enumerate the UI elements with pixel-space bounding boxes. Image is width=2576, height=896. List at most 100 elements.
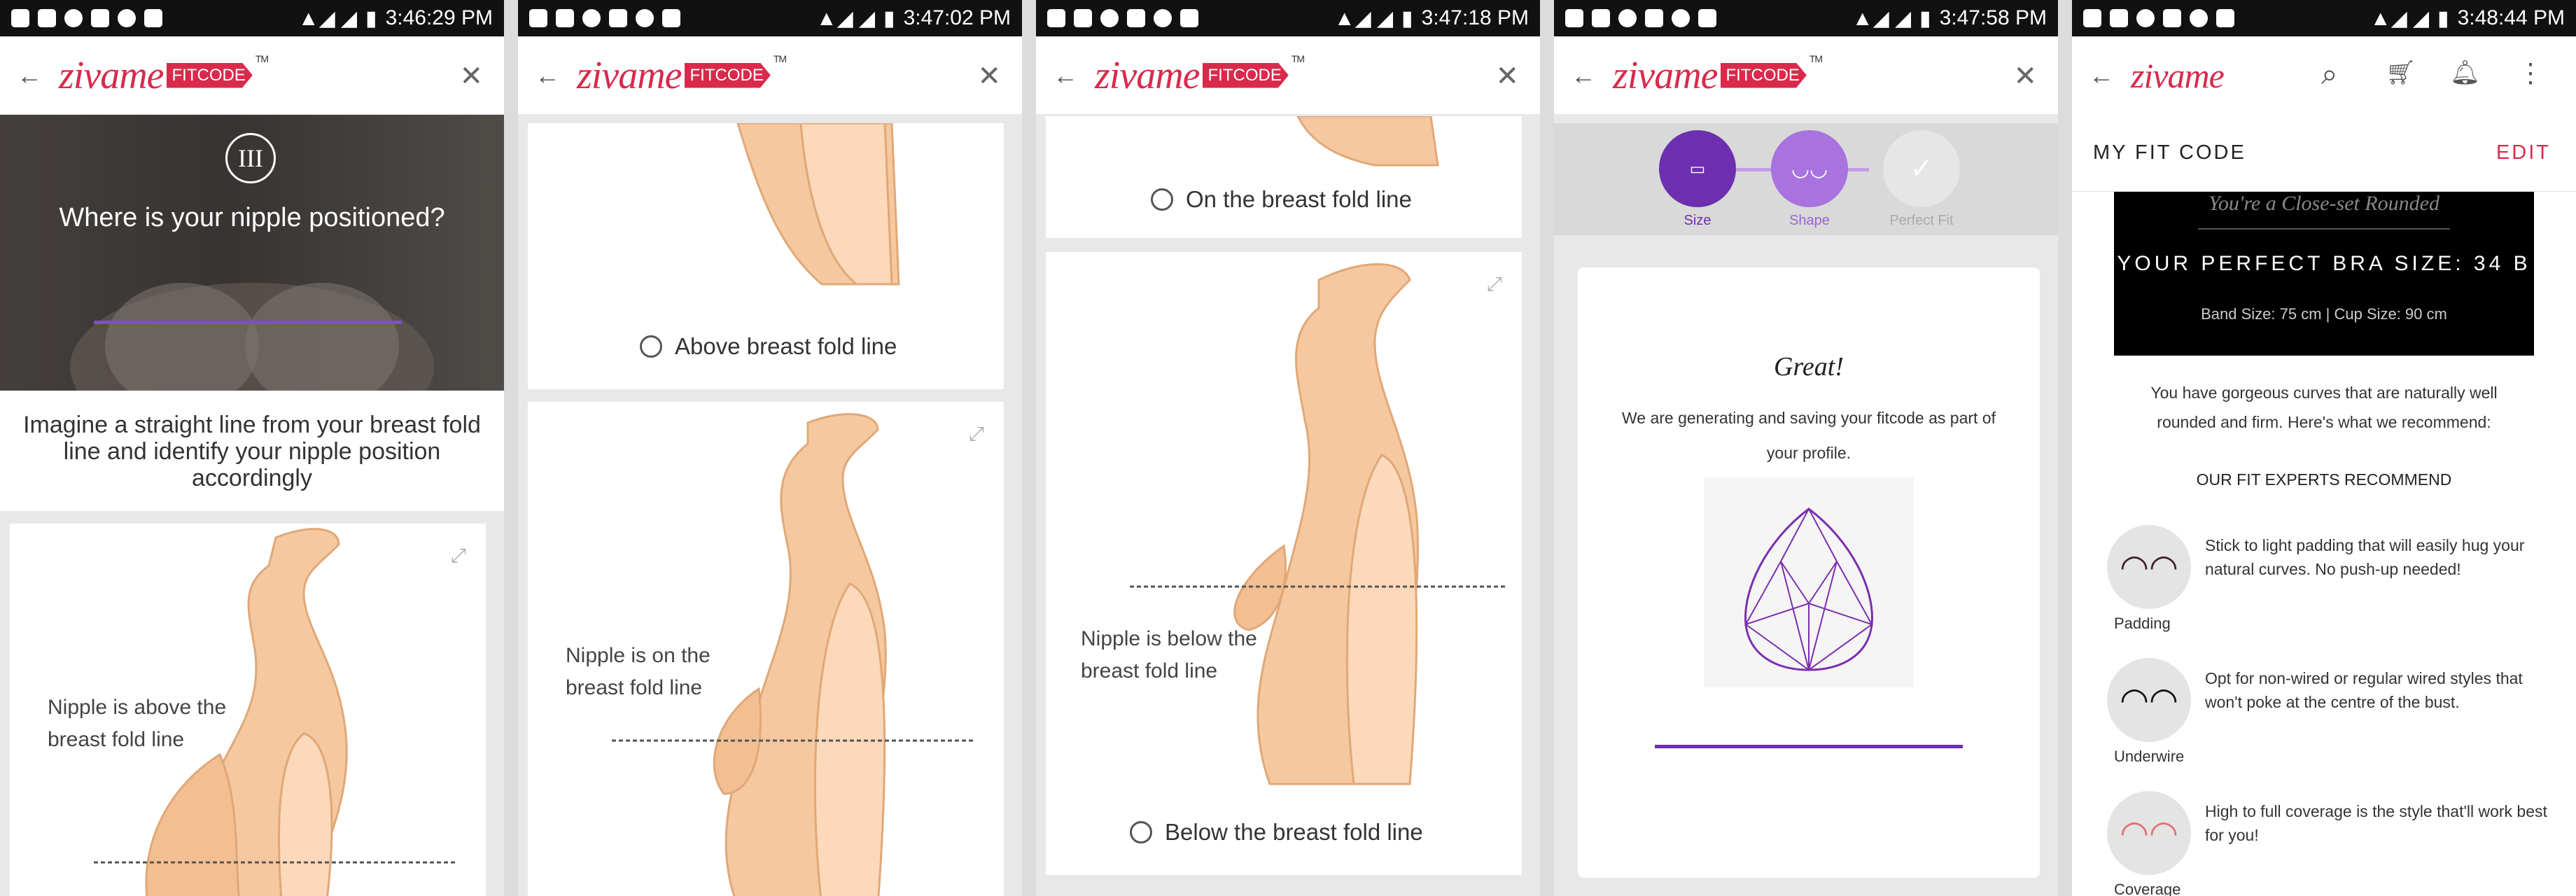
step-label-shape: Shape bbox=[1789, 213, 1830, 228]
cart-icon[interactable]: 🛒︎ bbox=[2386, 59, 2416, 87]
whatsapp-icon bbox=[1100, 9, 1119, 27]
signal-icon: ▲◢ ◢ bbox=[298, 6, 358, 30]
radio-button[interactable] bbox=[1151, 188, 1173, 211]
recommendation-label: Padding bbox=[2114, 615, 2171, 632]
app-icon bbox=[1180, 9, 1198, 27]
diagram-label: Nipple is on the breast fold line bbox=[566, 644, 710, 699]
image-icon bbox=[38, 9, 56, 27]
recommendation-text: Opt for non-wired or regular wired style… bbox=[2205, 669, 2523, 711]
search-icon[interactable]: ⌕ bbox=[2321, 57, 2338, 92]
image-icon bbox=[1074, 9, 1092, 27]
great-title: Great! bbox=[1774, 352, 1844, 382]
status-time: 3:48:44 PM bbox=[2457, 6, 2565, 29]
app-bar: ← zivame FITCODE TM ✕ bbox=[0, 36, 504, 115]
question-progress-bar bbox=[94, 321, 402, 324]
radio-button[interactable] bbox=[1130, 821, 1152, 844]
signal-icon: ▲◢ ◢ bbox=[2370, 6, 2430, 30]
back-arrow-icon[interactable]: ← bbox=[2089, 61, 2131, 90]
image-icon bbox=[2110, 9, 2128, 27]
camera-icon bbox=[609, 9, 627, 27]
close-icon[interactable]: ✕ bbox=[2013, 60, 2037, 92]
torso-illustration bbox=[1130, 263, 1508, 785]
status-time: 3:47:58 PM bbox=[1939, 6, 2047, 29]
fitcode-header: MY FIT CODE EDIT bbox=[2072, 115, 2576, 192]
recommendation-text: Stick to light padding that will easily … bbox=[2205, 536, 2525, 578]
message-icon bbox=[529, 9, 547, 27]
phone-screen-2: ▲◢ ◢ ▮ 3:47:02 PM ← zivame FITCODE TM ✕ Abov… bbox=[518, 0, 1022, 896]
app-icon bbox=[1698, 9, 1716, 27]
status-bar: ▲◢ ◢ ▮ 3:47:02 PM bbox=[518, 0, 1022, 36]
diagram-label: Nipple is below the breast fold line bbox=[1081, 627, 1257, 682]
option-on-fold[interactable]: On the breast fold line bbox=[1151, 186, 1412, 213]
step-label-size: Size bbox=[1684, 213, 1712, 228]
phone-screen-1: ▲◢ ◢ ▮ 3:46:29 PM ← zivame FITCODE TM ✕ III … bbox=[0, 0, 504, 896]
recommendation-text: High to full coverage is the style that'… bbox=[2205, 802, 2547, 844]
back-arrow-icon[interactable]: ← bbox=[17, 61, 59, 90]
question-hero: III Where is your nipple positioned? bbox=[0, 115, 504, 391]
screenshot-strip: ▲◢ ◢ ▮ 3:46:29 PM ← zivame FITCODE TM ✕ III … bbox=[0, 0, 2576, 896]
diagram-card-above[interactable]: ⤢ Nipple is above the breast fold line bbox=[10, 524, 486, 896]
image-icon bbox=[1592, 9, 1610, 27]
bra-size-hero: You're a Close-set Rounded YOUR PERFECT … bbox=[2114, 192, 2534, 356]
battery-icon: ▮ bbox=[883, 6, 895, 30]
app-bar: ← zivame ⌕ 🛒︎ 🔔︎ ⋮ bbox=[2072, 36, 2576, 115]
bell-icon[interactable]: 🔔︎ bbox=[2450, 59, 2480, 87]
torso-illustration bbox=[736, 123, 900, 286]
app-icon bbox=[144, 9, 162, 27]
page-title: MY FIT CODE bbox=[2093, 141, 2246, 164]
step-shape-circle[interactable]: ◡◡ bbox=[1771, 130, 1848, 207]
option-card-on[interactable]: On the breast fold line bbox=[1046, 116, 1522, 238]
option-card-below[interactable]: ⤢ Nipple is below the breast fold line B… bbox=[1046, 252, 1522, 875]
battery-icon: ▮ bbox=[365, 6, 377, 30]
recommendation-label: Underwire bbox=[2114, 748, 2185, 765]
more-vert-icon[interactable]: ⋮ bbox=[2517, 57, 2544, 89]
wifi-question-icon bbox=[118, 9, 136, 27]
question-text: Where is your nipple positioned? bbox=[59, 203, 445, 232]
bra-size-text: YOUR PERFECT BRA SIZE: 34 B bbox=[2117, 252, 2531, 275]
message-icon bbox=[1565, 9, 1583, 27]
status-time: 3:46:29 PM bbox=[385, 6, 493, 29]
radio-button[interactable] bbox=[640, 335, 662, 358]
back-arrow-icon[interactable]: ← bbox=[535, 61, 577, 90]
signal-icon: ▲◢ ◢ bbox=[816, 6, 876, 30]
phone-screen-5: ▲◢ ◢ ▮ 3:48:44 PM ← zivame ⌕ 🛒︎ 🔔︎ ⋮ MY FI… bbox=[2072, 0, 2576, 896]
step-perfect-fit-circle[interactable]: ✓ bbox=[1883, 130, 1960, 207]
diagram-card-on[interactable]: ⤢ Nipple is on the breast fold line bbox=[528, 402, 1004, 896]
zivame-fitcode-logo: zivame FITCODE TM bbox=[59, 52, 269, 97]
app-bar: ← zivame FITCODE TM ✕ bbox=[1036, 36, 1540, 115]
app-icon bbox=[2216, 9, 2234, 27]
coverage-bra-icon: ◠◠ bbox=[2107, 791, 2191, 875]
close-icon[interactable]: ✕ bbox=[459, 60, 483, 92]
option-above-fold[interactable]: Above breast fold line bbox=[640, 333, 897, 360]
app-bar: ← zivame FITCODE TM ✕ bbox=[1554, 36, 2058, 115]
hero-subtitle: You're a Close-set Rounded bbox=[2208, 192, 2440, 215]
whatsapp-icon bbox=[582, 9, 601, 27]
recommend-title: OUR FIT EXPERTS RECOMMEND bbox=[2196, 470, 2452, 489]
wifi-question-icon bbox=[1154, 9, 1172, 27]
progress-stepper: ▭ ◡◡ ✓ Size Shape Perfect Fit bbox=[1554, 123, 2058, 235]
battery-icon: ▮ bbox=[2437, 6, 2449, 30]
option-below-fold[interactable]: Below the breast fold line bbox=[1130, 819, 1423, 846]
message-icon bbox=[11, 9, 29, 27]
step-size-circle[interactable]: ▭ bbox=[1659, 130, 1736, 207]
band-cup-size: Band Size: 75 cm | Cup Size: 90 cm bbox=[2201, 305, 2447, 323]
wifi-question-icon bbox=[636, 9, 654, 27]
camera-icon bbox=[2163, 9, 2181, 27]
status-time: 3:47:02 PM bbox=[903, 6, 1011, 29]
recommendation-label: Coverage bbox=[2114, 881, 2181, 896]
status-bar: ▲◢ ◢ ▮ 3:48:44 PM bbox=[2072, 0, 2576, 36]
fitcode-content: You're a Close-set Rounded YOUR PERFECT … bbox=[2072, 192, 2576, 896]
app-bar: ← zivame FITCODE TM ✕ bbox=[518, 36, 1022, 115]
image-icon bbox=[556, 9, 574, 27]
message-icon bbox=[1047, 9, 1065, 27]
camera-icon bbox=[91, 9, 109, 27]
option-card-above[interactable]: Above breast fold line bbox=[528, 123, 1004, 389]
zivame-fitcode-logo: zivame FITCODE TM bbox=[1095, 52, 1305, 97]
zivame-logo: zivame bbox=[2131, 56, 2225, 95]
back-arrow-icon[interactable]: ← bbox=[1571, 61, 1613, 90]
edit-button[interactable]: EDIT bbox=[2496, 141, 2551, 164]
back-arrow-icon[interactable]: ← bbox=[1053, 61, 1095, 90]
close-icon[interactable]: ✕ bbox=[1495, 60, 1519, 92]
zivame-fitcode-logo: zivame FITCODE TM bbox=[1613, 52, 1823, 97]
close-icon[interactable]: ✕ bbox=[977, 60, 1001, 92]
